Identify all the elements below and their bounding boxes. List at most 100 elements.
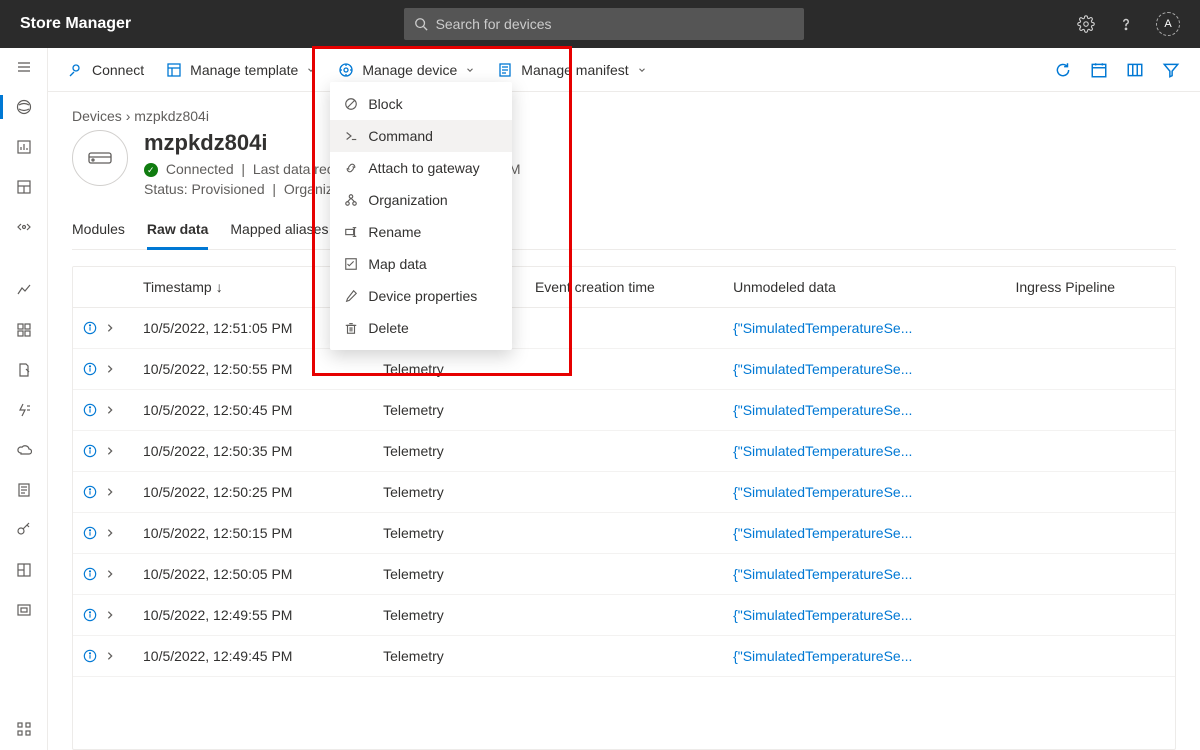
rail-key-icon[interactable] — [15, 521, 33, 539]
table-row: 10/5/2022, 12:50:55 PM Telemetry {"Simul… — [73, 349, 1175, 390]
rail-cloud-icon[interactable] — [15, 441, 33, 459]
info-icon[interactable] — [83, 485, 97, 499]
info-icon[interactable] — [83, 526, 97, 540]
tab-raw-data[interactable]: Raw data — [147, 213, 208, 250]
cell-unmodeled[interactable]: {"SimulatedTemperatureSe... — [723, 431, 1005, 472]
cell-unmodeled[interactable]: {"SimulatedTemperatureSe... — [723, 472, 1005, 513]
help-icon[interactable] — [1116, 14, 1136, 34]
col-event-time[interactable]: Event creation time — [525, 267, 723, 308]
columns-icon[interactable] — [1126, 61, 1144, 79]
sort-desc-icon: ↓ — [216, 279, 223, 295]
manage-manifest-label: Manage manifest — [521, 62, 628, 78]
info-icon[interactable] — [83, 567, 97, 581]
dd-block[interactable]: Block — [330, 88, 512, 120]
table-row: 10/5/2022, 12:49:45 PM Telemetry {"Simul… — [73, 636, 1175, 677]
table-row: 10/5/2022, 12:50:35 PM Telemetry {"Simul… — [73, 431, 1175, 472]
hamburger-icon[interactable] — [15, 58, 33, 76]
manifest-icon — [497, 62, 513, 78]
rail-file-icon[interactable] — [15, 361, 33, 379]
rail-analytics-icon[interactable] — [15, 281, 33, 299]
breadcrumb-devices[interactable]: Devices — [72, 108, 122, 124]
col-expand — [73, 267, 133, 308]
manage-device-label: Manage device — [362, 62, 457, 78]
cell-message-type: Telemetry — [373, 472, 525, 513]
connect-button[interactable]: Connect — [68, 62, 144, 78]
info-icon[interactable] — [83, 608, 97, 622]
settings-icon[interactable] — [1076, 14, 1096, 34]
status-provisioned: Status: Provisioned — [144, 181, 265, 197]
search-placeholder: Search for devices — [436, 16, 552, 32]
cell-event-time — [525, 349, 723, 390]
rail-devices-icon[interactable] — [15, 98, 33, 116]
cell-unmodeled[interactable]: {"SimulatedTemperatureSe... — [723, 636, 1005, 677]
rail-panel-icon[interactable] — [15, 561, 33, 579]
cell-ingress — [1005, 554, 1175, 595]
info-icon[interactable] — [83, 649, 97, 663]
template-icon — [166, 62, 182, 78]
cell-ingress — [1005, 636, 1175, 677]
cell-unmodeled[interactable]: {"SimulatedTemperatureSe... — [723, 308, 1005, 349]
cell-unmodeled[interactable]: {"SimulatedTemperatureSe... — [723, 349, 1005, 390]
info-icon[interactable] — [83, 403, 97, 417]
cell-unmodeled[interactable]: {"SimulatedTemperatureSe... — [723, 513, 1005, 554]
cell-timestamp: 10/5/2022, 12:50:55 PM — [133, 349, 373, 390]
status-connected-icon — [144, 163, 158, 177]
cell-ingress — [1005, 390, 1175, 431]
rail-rules-icon[interactable] — [15, 401, 33, 419]
filter-icon[interactable] — [1162, 61, 1180, 79]
breadcrumb-current: mzpkdz804i — [134, 108, 209, 124]
cell-ingress — [1005, 349, 1175, 390]
rail-chart-icon[interactable] — [15, 138, 33, 156]
avatar[interactable]: A — [1156, 12, 1180, 36]
dd-attach[interactable]: Attach to gateway — [330, 152, 512, 184]
device-avatar-icon — [72, 130, 128, 186]
dd-delete[interactable]: Delete — [330, 312, 512, 344]
refresh-icon[interactable] — [1054, 61, 1072, 79]
tab-mapped-aliases[interactable]: Mapped aliases — [230, 213, 328, 249]
expand-chevron-icon[interactable] — [105, 528, 115, 538]
dd-map-data[interactable]: Map data — [330, 248, 512, 280]
expand-chevron-icon[interactable] — [105, 364, 115, 374]
col-unmodeled[interactable]: Unmodeled data — [723, 267, 1005, 308]
expand-chevron-icon[interactable] — [105, 569, 115, 579]
cell-unmodeled[interactable]: {"SimulatedTemperatureSe... — [723, 390, 1005, 431]
col-ingress[interactable]: Ingress Pipeline — [1005, 267, 1175, 308]
chevron-down-icon — [306, 65, 316, 75]
info-icon[interactable] — [83, 362, 97, 376]
rail-list-icon[interactable] — [15, 481, 33, 499]
rail-apps-icon[interactable] — [15, 720, 33, 738]
manage-template-button[interactable]: Manage template — [166, 62, 316, 78]
cell-unmodeled[interactable]: {"SimulatedTemperatureSe... — [723, 554, 1005, 595]
connect-label: Connect — [92, 62, 144, 78]
rail-data-icon[interactable] — [15, 601, 33, 619]
tab-modules[interactable]: Modules — [72, 213, 125, 249]
search-input[interactable]: Search for devices — [404, 8, 804, 40]
rail-dashboard-icon[interactable] — [15, 178, 33, 196]
expand-chevron-icon[interactable] — [105, 405, 115, 415]
cell-event-time — [525, 390, 723, 431]
rail-connect-icon[interactable] — [15, 218, 33, 236]
expand-chevron-icon[interactable] — [105, 610, 115, 620]
cell-timestamp: 10/5/2022, 12:50:45 PM — [133, 390, 373, 431]
table-row: 10/5/2022, 12:50:45 PM Telemetry {"Simul… — [73, 390, 1175, 431]
rail-grid-icon[interactable] — [15, 321, 33, 339]
manage-device-dropdown: Block Command Attach to gateway Organiza… — [330, 82, 512, 350]
calendar-icon[interactable] — [1090, 61, 1108, 79]
manage-manifest-button[interactable]: Manage manifest — [497, 62, 646, 78]
dd-rename[interactable]: Rename — [330, 216, 512, 248]
cell-event-time — [525, 431, 723, 472]
cell-unmodeled[interactable]: {"SimulatedTemperatureSe... — [723, 595, 1005, 636]
expand-chevron-icon[interactable] — [105, 446, 115, 456]
expand-chevron-icon[interactable] — [105, 323, 115, 333]
expand-chevron-icon[interactable] — [105, 487, 115, 497]
dd-command[interactable]: Command — [330, 120, 512, 152]
info-icon[interactable] — [83, 321, 97, 335]
cell-message-type: Telemetry — [373, 636, 525, 677]
expand-chevron-icon[interactable] — [105, 651, 115, 661]
dd-device-properties[interactable]: Device properties — [330, 280, 512, 312]
manage-device-button[interactable]: Manage device — [338, 62, 475, 78]
chevron-down-icon — [465, 65, 475, 75]
info-icon[interactable] — [83, 444, 97, 458]
cell-message-type: Telemetry — [373, 595, 525, 636]
dd-organization[interactable]: Organization — [330, 184, 512, 216]
